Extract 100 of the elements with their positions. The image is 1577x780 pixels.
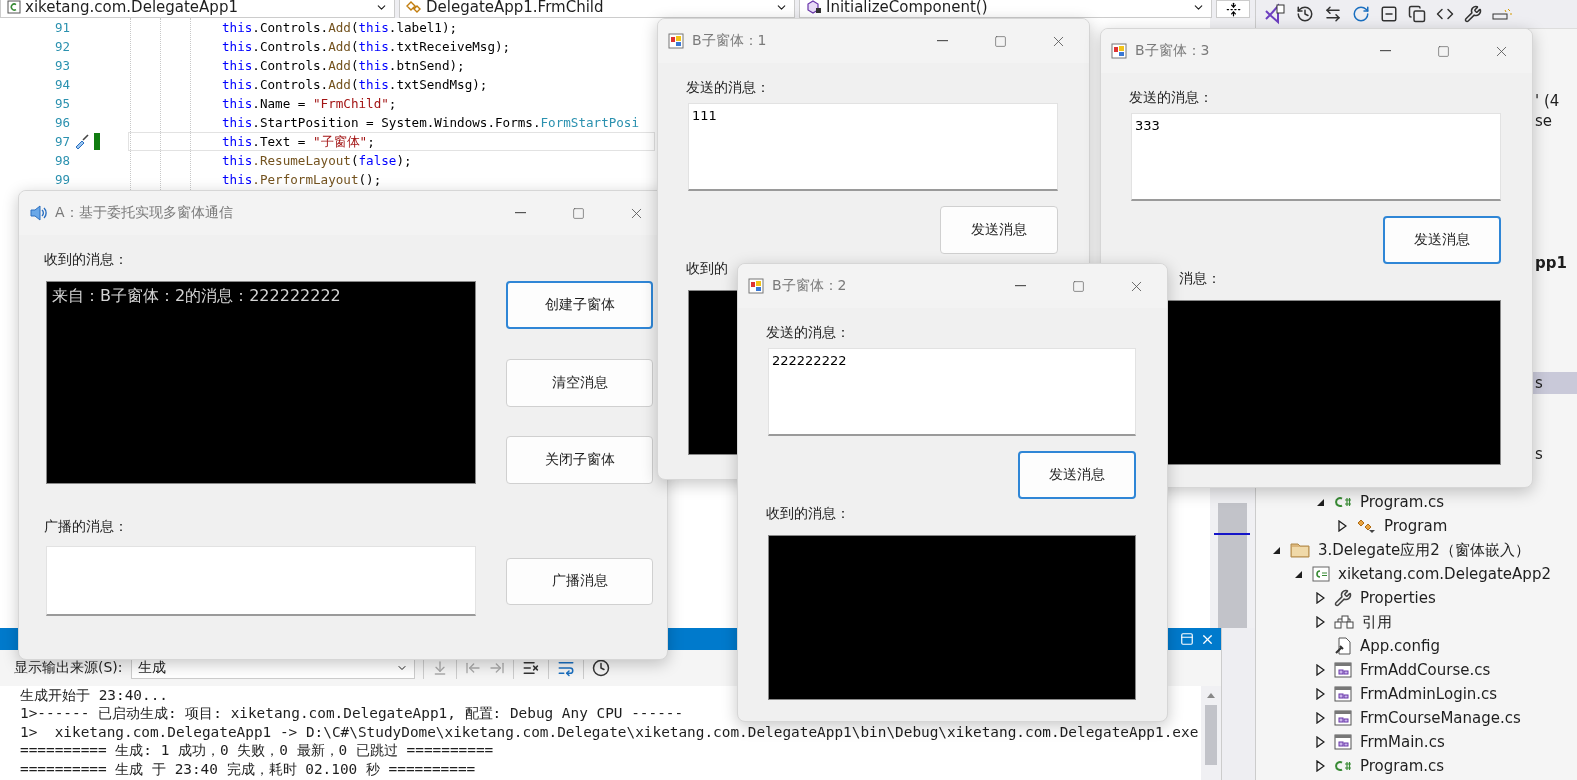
nav-dropdown[interactable]: xiketang.com.DelegateApp1: [0, 0, 395, 18]
lines-right-icon: [488, 660, 505, 676]
code-line: this.StartPosition = System.Windows.Forms.FormStartPosi: [222, 114, 640, 131]
line-number: 93: [53, 58, 70, 73]
line-number: 92: [53, 39, 70, 54]
expanded-arrow-icon[interactable]: [1271, 545, 1281, 555]
window-title: B子窗体：3: [1135, 42, 1211, 60]
broadcast-input[interactable]: [46, 546, 476, 616]
send-message-input[interactable]: 222222222: [768, 348, 1136, 436]
vs-icon[interactable]: [1264, 3, 1286, 25]
output-line: 生成开始于 23:40...: [20, 686, 168, 705]
collapsed-arrow-icon[interactable]: [1315, 616, 1325, 628]
line-number: 98: [53, 153, 70, 168]
collapsed-arrow-icon[interactable]: [1315, 688, 1325, 700]
code-line: this.Controls.Add(this.label1);: [222, 19, 458, 36]
field-label: 消息：: [1179, 270, 1221, 288]
send-button[interactable]: 发送消息: [940, 206, 1058, 254]
window-title: B子窗体：2: [772, 277, 848, 295]
field-label: 发送的消息：: [1129, 89, 1213, 107]
csharp-file-icon: [1334, 759, 1352, 773]
send-message-input[interactable]: 333: [1131, 113, 1501, 201]
collapsed-arrow-icon[interactable]: [1337, 520, 1347, 532]
config-file-icon: [1334, 637, 1352, 655]
tree-item[interactable]: s: [1535, 445, 1543, 463]
word-wrap-icon: [556, 659, 575, 677]
maximize-icon: [993, 34, 1007, 48]
project-icon: [1312, 566, 1330, 582]
tree-item[interactable]: FrmAdminLogin.cs: [1256, 682, 1577, 706]
send-button[interactable]: 发送消息: [1383, 216, 1501, 264]
form-button[interactable]: 创建子窗体: [506, 281, 653, 329]
tree-item[interactable]: ' (4: [1535, 92, 1560, 110]
tree-item[interactable]: pp1: [1535, 254, 1567, 272]
refresh-icon: [1352, 5, 1370, 23]
screwdriver-icon: [73, 133, 91, 150]
window-title: B子窗体：1: [692, 32, 768, 50]
tree-item[interactable]: Program: [1256, 514, 1577, 538]
code-line: this.Controls.Add(this.txtSendMsg);: [222, 76, 488, 93]
minimize-icon: [1379, 50, 1391, 52]
minimize-icon: [936, 40, 948, 42]
field-label: 发送的消息：: [766, 324, 850, 342]
tree-item[interactable]: FrmCourseManage.cs: [1256, 706, 1577, 730]
code-line: this.Controls.Add(this.txtReceiveMsg);: [222, 38, 511, 55]
send-message-input[interactable]: 111: [688, 103, 1058, 191]
line-number: 94: [53, 77, 70, 92]
wrench-icon: [1464, 5, 1482, 23]
collapsed-arrow-icon[interactable]: [1315, 592, 1325, 604]
line-number: 97: [53, 134, 70, 149]
tree-item[interactable]: Properties: [1256, 586, 1577, 610]
tree-item[interactable]: App.config: [1256, 634, 1577, 658]
tree-item[interactable]: Program.cs: [1256, 490, 1577, 514]
minimize-icon: [514, 212, 526, 214]
maximize-icon[interactable]: [1180, 632, 1194, 646]
form-button[interactable]: 关闭子窗体: [506, 436, 653, 484]
window-title: A：基于委托实现多窗体通信: [55, 204, 234, 222]
output-line: 1> xiketang.com.DelegateApp1 -> D:\C#\StudyDome\xiketang.com.Delegate\xiketang.com.DelegateApp1\bin\Debug\xiketang.com.DelegateApp1.exe: [20, 722, 1199, 742]
collapsed-arrow-icon[interactable]: [1315, 760, 1325, 772]
folder-icon: [1290, 542, 1310, 558]
clock-icon: [591, 659, 610, 677]
message-text: 来自：B子窗体：2的消息：222222222: [52, 286, 341, 305]
line-number: 96: [53, 115, 70, 130]
app-icon: [748, 278, 764, 294]
code-line: this.Controls.Add(this.btnSend);: [222, 57, 465, 74]
maximize-icon: [571, 206, 585, 220]
tree-item[interactable]: FrmMain.cs: [1256, 730, 1577, 754]
scroll-up-icon[interactable]: [1206, 692, 1216, 699]
split-button[interactable]: [1216, 0, 1250, 18]
split-icon: [1225, 1, 1241, 17]
minimize-icon: [1014, 285, 1026, 287]
scrollbar[interactable]: [1201, 686, 1221, 780]
nav-dropdown[interactable]: DelegateApp1.FrmChild: [399, 0, 795, 18]
speaker-icon: [29, 204, 47, 222]
form-file-icon: [1334, 710, 1352, 726]
expanded-arrow-icon[interactable]: [1293, 569, 1303, 579]
tree-item[interactable]: xiketang.com.DelegateApp2: [1256, 562, 1577, 586]
collapse-icon: [1380, 5, 1398, 23]
field-label: 广播的消息：: [44, 518, 128, 536]
code-line: this.PerformLayout();: [222, 171, 382, 188]
collapsed-arrow-icon[interactable]: [1315, 664, 1325, 676]
tree-item[interactable]: Program.cs: [1256, 754, 1577, 778]
collapsed-arrow-icon[interactable]: [1315, 736, 1325, 748]
tree-item[interactable]: 3.Delegate应用2（窗体嵌入）: [1256, 538, 1577, 562]
class-icon: [1356, 518, 1376, 534]
form-button[interactable]: 清空消息: [506, 358, 653, 407]
pending-changes-icon[interactable]: [1492, 8, 1512, 20]
references-icon: [1334, 615, 1354, 629]
tree-item[interactable]: s: [1535, 374, 1543, 392]
send-button[interactable]: 发送消息: [1018, 451, 1136, 499]
nav-dropdown[interactable]: InitializeComponent(): [799, 0, 1212, 18]
expanded-arrow-icon[interactable]: [1315, 497, 1325, 507]
tree-item[interactable]: FrmAddCourse.cs: [1256, 658, 1577, 682]
broadcast-button[interactable]: 广播消息: [506, 557, 653, 605]
history-icon: [1296, 5, 1314, 23]
project-icon: [7, 0, 21, 14]
field-label: 收到的消息：: [766, 505, 850, 523]
class-icon: [406, 0, 422, 14]
collapsed-arrow-icon[interactable]: [1315, 712, 1325, 724]
tree-item[interactable]: se: [1535, 112, 1553, 130]
app-icon: [668, 33, 684, 49]
cube-icon: [806, 0, 822, 14]
tree-item[interactable]: 引用: [1256, 610, 1577, 634]
